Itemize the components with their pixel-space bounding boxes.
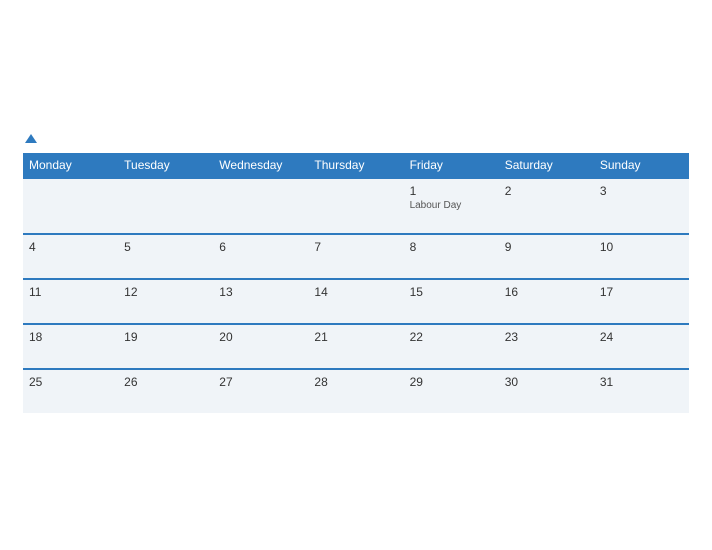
calendar-cell: 31 (594, 369, 689, 413)
day-number: 29 (410, 375, 493, 389)
calendar-cell: 3 (594, 178, 689, 234)
calendar-cell: 6 (213, 234, 308, 279)
day-number: 19 (124, 330, 207, 344)
calendar-cell: 5 (118, 234, 213, 279)
day-number: 22 (410, 330, 493, 344)
logo-triangle-icon (25, 134, 37, 143)
day-number: 12 (124, 285, 207, 299)
calendar-week-4: 18 19 20 21 22 23 24 (23, 324, 689, 369)
calendar-cell: 14 (308, 279, 403, 324)
day-number: 30 (505, 375, 588, 389)
calendar-cell: 20 (213, 324, 308, 369)
calendar-grid: MondayTuesdayWednesdayThursdayFridaySatu… (23, 153, 689, 413)
day-number: 16 (505, 285, 588, 299)
calendar-cell (118, 178, 213, 234)
calendar-cell: 11 (23, 279, 118, 324)
calendar-cell: 17 (594, 279, 689, 324)
day-number: 2 (505, 184, 588, 198)
calendar-cell: 26 (118, 369, 213, 413)
day-number: 11 (29, 285, 112, 299)
weekday-header-row: MondayTuesdayWednesdayThursdayFridaySatu… (23, 153, 689, 178)
day-number: 23 (505, 330, 588, 344)
calendar-cell: 7 (308, 234, 403, 279)
calendar-cell: 15 (404, 279, 499, 324)
weekday-header-saturday: Saturday (499, 153, 594, 178)
calendar-week-5: 25 26 27 28 29 30 31 (23, 369, 689, 413)
day-number: 31 (600, 375, 683, 389)
day-number: 5 (124, 240, 207, 254)
day-number: 1 (410, 184, 493, 198)
calendar-cell: 23 (499, 324, 594, 369)
weekday-header-tuesday: Tuesday (118, 153, 213, 178)
day-number: 20 (219, 330, 302, 344)
day-number: 3 (600, 184, 683, 198)
day-number: 7 (314, 240, 397, 254)
calendar-week-1: 1 Labour Day 23 (23, 178, 689, 234)
day-number: 28 (314, 375, 397, 389)
day-number: 17 (600, 285, 683, 299)
day-number: 10 (600, 240, 683, 254)
calendar-cell: 4 (23, 234, 118, 279)
weekday-header-monday: Monday (23, 153, 118, 178)
day-number: 18 (29, 330, 112, 344)
calendar-cell: 29 (404, 369, 499, 413)
calendar-cell: 13 (213, 279, 308, 324)
day-number: 6 (219, 240, 302, 254)
day-number: 21 (314, 330, 397, 344)
day-number: 14 (314, 285, 397, 299)
calendar-cell: 8 (404, 234, 499, 279)
calendar-cell: 28 (308, 369, 403, 413)
calendar-cell: 9 (499, 234, 594, 279)
day-number: 9 (505, 240, 588, 254)
weekday-header-wednesday: Wednesday (213, 153, 308, 178)
weekday-header-sunday: Sunday (594, 153, 689, 178)
calendar-cell: 18 (23, 324, 118, 369)
logo (23, 136, 37, 145)
calendar-cell: 10 (594, 234, 689, 279)
weekday-header-friday: Friday (404, 153, 499, 178)
weekday-header-thursday: Thursday (308, 153, 403, 178)
day-number: 8 (410, 240, 493, 254)
calendar-cell: 12 (118, 279, 213, 324)
day-event: Labour Day (410, 200, 493, 211)
calendar-cell: 16 (499, 279, 594, 324)
calendar-cell: 24 (594, 324, 689, 369)
calendar-week-2: 456789 10 (23, 234, 689, 279)
day-number: 25 (29, 375, 112, 389)
calendar-cell: 22 (404, 324, 499, 369)
calendar-cell (308, 178, 403, 234)
day-number: 4 (29, 240, 112, 254)
day-number: 26 (124, 375, 207, 389)
day-number: 15 (410, 285, 493, 299)
calendar-cell (213, 178, 308, 234)
calendar-cell: 30 (499, 369, 594, 413)
calendar-week-3: 11 12 13 14 15 16 17 (23, 279, 689, 324)
calendar-header (23, 136, 689, 145)
day-number: 13 (219, 285, 302, 299)
day-number: 24 (600, 330, 683, 344)
calendar-cell: 27 (213, 369, 308, 413)
day-number: 27 (219, 375, 302, 389)
calendar-cell: 19 (118, 324, 213, 369)
calendar-cell: 1 Labour Day (404, 178, 499, 234)
calendar-container: MondayTuesdayWednesdayThursdayFridaySatu… (11, 126, 701, 425)
calendar-cell (23, 178, 118, 234)
calendar-cell: 25 (23, 369, 118, 413)
calendar-cell: 21 (308, 324, 403, 369)
calendar-cell: 2 (499, 178, 594, 234)
